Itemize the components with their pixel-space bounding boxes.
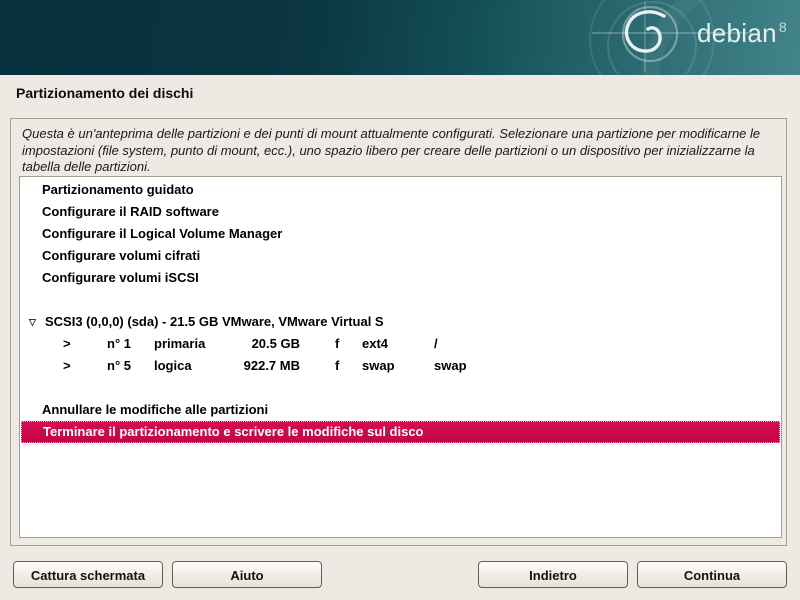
partition-filesystem: swap	[362, 355, 395, 377]
partition-size: 20.5 GB	[216, 333, 300, 355]
expander-right-icon[interactable]: >	[63, 333, 71, 355]
partition-format-flag: f	[335, 333, 339, 355]
screenshot-button[interactable]: Cattura schermata	[13, 561, 163, 588]
intro-text: Questa è un'anteprima delle partizioni e…	[22, 126, 774, 176]
partition-mountpoint: /	[434, 333, 438, 355]
list-item-finish-partitioning[interactable]: Terminare il partizionamento e scrivere …	[21, 421, 780, 443]
disk-label: SCSI3 (0,0,0) (sda) - 21.5 GB VMware, VM…	[45, 311, 384, 333]
list-spacer	[21, 377, 780, 399]
help-button[interactable]: Aiuto	[172, 561, 322, 588]
partition-list-rows: Partizionamento guidato Configurare il R…	[21, 179, 780, 443]
continue-button[interactable]: Continua	[637, 561, 787, 588]
list-spacer	[21, 289, 780, 311]
content-frame: Questa è un'anteprima delle partizioni e…	[10, 118, 787, 546]
list-item-partition-1[interactable]: > n° 1 primaria 20.5 GB f ext4 /	[21, 333, 780, 355]
list-item-configure-encrypted[interactable]: Configurare volumi cifrati	[21, 245, 780, 267]
debian-logo-text: debian8	[697, 20, 787, 46]
partition-type: logica	[154, 355, 192, 377]
list-item-undo-changes[interactable]: Annullare le modifiche alle partizioni	[21, 399, 780, 421]
expander-down-icon[interactable]: ▽	[29, 311, 36, 333]
list-item-partition-5[interactable]: > n° 5 logica 922.7 MB f swap swap	[21, 355, 780, 377]
banner: debian8	[0, 0, 800, 75]
list-item-configure-iscsi[interactable]: Configurare volumi iSCSI	[21, 267, 780, 289]
partition-type: primaria	[154, 333, 205, 355]
partition-number: n° 1	[107, 333, 131, 355]
partition-format-flag: f	[335, 355, 339, 377]
partition-size: 922.7 MB	[216, 355, 300, 377]
partition-list: Partizionamento guidato Configurare il R…	[19, 176, 782, 538]
list-item-disk-sda[interactable]: ▽ SCSI3 (0,0,0) (sda) - 21.5 GB VMware, …	[21, 311, 780, 333]
debian-swirl-icon	[0, 0, 800, 75]
list-item-guided-partitioning[interactable]: Partizionamento guidato	[21, 179, 780, 201]
list-item-configure-lvm[interactable]: Configurare il Logical Volume Manager	[21, 223, 780, 245]
debian-version: 8	[779, 19, 787, 35]
list-item-configure-raid[interactable]: Configurare il RAID software	[21, 201, 780, 223]
expander-right-icon[interactable]: >	[63, 355, 71, 377]
partition-filesystem: ext4	[362, 333, 388, 355]
partition-number: n° 5	[107, 355, 131, 377]
back-button[interactable]: Indietro	[478, 561, 628, 588]
page-title: Partizionamento dei dischi	[16, 85, 193, 101]
partition-mountpoint: swap	[434, 355, 467, 377]
